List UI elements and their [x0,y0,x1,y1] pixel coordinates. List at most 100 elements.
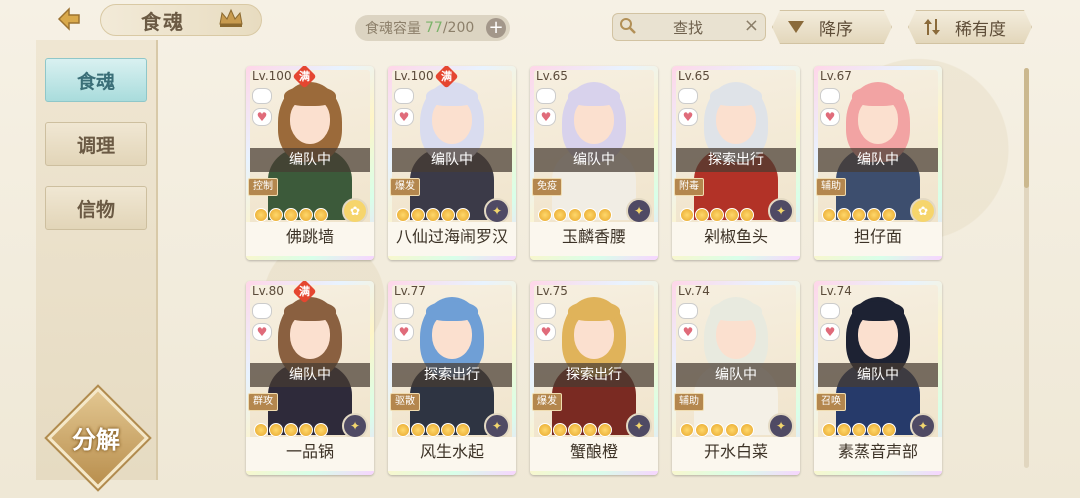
dish-icon[interactable] [820,88,840,104]
sort-arrows-icon [921,16,943,38]
page-title: 食魂 [141,9,185,34]
star-icon [725,208,739,222]
star-rating [822,423,896,437]
crown-icon[interactable] [218,8,244,28]
food-soul-card[interactable]: Lv.65 ♥ 探索出行 附毒 ✦ 剁椒鱼头 [672,66,800,260]
sidebar-item-soul[interactable]: 食魂 [45,58,147,102]
food-soul-card[interactable]: Lv.80 满 ♥ 编队中 群攻 ✦ 一品锅 [246,281,374,475]
status-label: 编队中 [392,148,512,172]
status-label: 编队中 [818,148,938,172]
star-icon [568,423,582,437]
heart-icon[interactable]: ♥ [536,323,556,341]
star-icon [568,208,582,222]
star-icon [538,423,552,437]
star-icon [314,208,328,222]
star-rating [538,208,612,222]
role-badge: 附毒 [674,178,704,196]
star-icon [852,423,866,437]
dish-icon[interactable] [252,303,272,319]
soul-capacity: 食魂容量 77 /200 + [355,15,510,41]
sort-key-label: 稀有度 [955,19,1006,40]
star-icon [680,208,694,222]
capacity-max: /200 [442,20,475,36]
scrollbar-thumb[interactable] [1024,68,1029,188]
search-icon [620,18,636,34]
star-icon [882,208,896,222]
decompose-button[interactable]: 分解 [47,387,149,489]
character-name: 佛跳墙 [246,222,374,256]
dish-icon[interactable] [252,88,272,104]
sort-order-button[interactable]: 降序 [772,10,892,44]
dish-icon[interactable] [536,88,556,104]
star-icon [837,423,851,437]
star-element-icon: ✦ [484,413,510,439]
star-element-icon: ✦ [768,198,794,224]
star-icon [411,423,425,437]
food-soul-card[interactable]: Lv.67 ♥ 编队中 辅助 ✿ 担仔面 [814,66,942,260]
food-soul-card[interactable]: Lv.100 满 ♥ 编队中 爆发 ✦ 八仙过海闹罗汉 [388,66,516,260]
dish-icon[interactable] [678,303,698,319]
heart-icon[interactable]: ♥ [394,108,414,126]
star-icon [867,208,881,222]
character-name: 担仔面 [814,222,942,256]
dish-icon[interactable] [678,88,698,104]
star-element-icon: ✦ [768,413,794,439]
scrollbar[interactable] [1024,68,1029,468]
decompose-label: 分解 [72,426,120,454]
heart-icon[interactable]: ♥ [820,323,840,341]
dish-icon[interactable] [394,88,414,104]
character-name: 风生水起 [388,437,516,471]
star-icon [837,208,851,222]
food-soul-card[interactable]: Lv.74 ♥ 编队中 召唤 ✦ 素蒸音声部 [814,281,942,475]
heart-icon[interactable]: ♥ [678,323,698,341]
add-capacity-button[interactable]: + [486,18,506,38]
star-icon [254,208,268,222]
heart-icon[interactable]: ♥ [252,323,272,341]
dish-icon[interactable] [820,303,840,319]
heart-icon[interactable]: ♥ [394,323,414,341]
heart-icon[interactable]: ♥ [252,108,272,126]
food-soul-card[interactable]: Lv.74 ♥ 编队中 辅助 ✦ 开水白菜 [672,281,800,475]
heart-icon[interactable]: ♥ [678,108,698,126]
star-icon [426,423,440,437]
back-button[interactable] [50,4,88,34]
star-icon [396,423,410,437]
food-soul-card[interactable]: Lv.65 ♥ 编队中 免疫 ✦ 玉麟香腰 [530,66,658,260]
dish-icon[interactable] [394,303,414,319]
clear-search-icon[interactable]: × [744,15,759,36]
level-label: Lv.65 [678,69,710,83]
character-name: 剁椒鱼头 [672,222,800,256]
star-icon [740,423,754,437]
status-label: 编队中 [250,148,370,172]
dish-icon[interactable] [536,303,556,319]
status-label: 编队中 [676,363,796,387]
heart-icon[interactable]: ♥ [536,108,556,126]
star-rating [396,208,470,222]
sidebar-item-conditioning[interactable]: 调理 [45,122,147,166]
star-rating [538,423,612,437]
search-input[interactable]: 查找 × [612,13,766,41]
star-element-icon: ✦ [910,413,936,439]
star-icon [598,208,612,222]
sidebar-item-token[interactable]: 信物 [45,186,147,230]
star-icon [456,423,470,437]
heart-icon[interactable]: ♥ [820,108,840,126]
star-icon [882,423,896,437]
star-icon [725,423,739,437]
food-soul-card[interactable]: Lv.100 满 ♥ 编队中 控制 ✿ 佛跳墙 [246,66,374,260]
star-icon [583,208,597,222]
sort-order-label: 降序 [819,19,853,40]
star-icon [852,208,866,222]
character-name: 蟹酿橙 [530,437,658,471]
food-soul-card[interactable]: Lv.77 ♥ 探索出行 驱散 ✦ 风生水起 [388,281,516,475]
sort-key-button[interactable]: 稀有度 [908,10,1032,44]
star-icon [538,208,552,222]
level-label: Lv.75 [536,284,568,298]
food-soul-card[interactable]: Lv.75 ♥ 探索出行 爆发 ✦ 蟹酿橙 [530,281,658,475]
capacity-label: 食魂容量 [365,21,421,37]
star-icon [441,423,455,437]
role-badge: 控制 [248,178,278,196]
star-rating [680,423,754,437]
search-placeholder: 查找 [673,19,704,37]
star-icon [740,208,754,222]
